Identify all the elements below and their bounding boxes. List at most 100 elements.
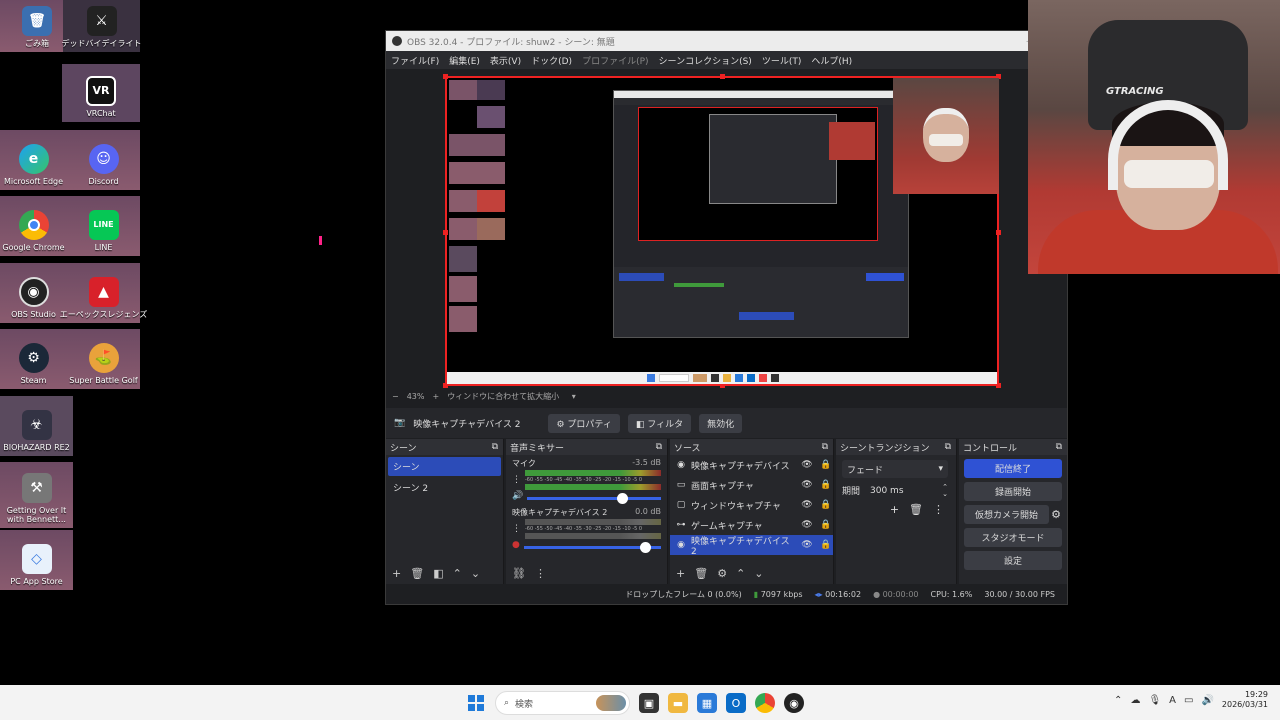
dock-menu-icon[interactable]: ⧉: [656, 442, 662, 452]
preview-canvas[interactable]: [443, 74, 1001, 388]
network-icon[interactable]: ▭: [1184, 695, 1193, 706]
link-icon[interactable]: ⛓: [512, 567, 526, 580]
kebab-menu-icon[interactable]: ⋮: [512, 475, 521, 485]
menu-profile[interactable]: プロファイル(P): [582, 54, 648, 67]
start-icon[interactable]: [466, 693, 486, 713]
chevron-down-icon[interactable]: ⌄: [754, 567, 763, 580]
desktop-icon-discord[interactable]: ☺ Discord: [67, 130, 140, 190]
speaker-icon[interactable]: 🔊: [512, 491, 523, 501]
clock[interactable]: 19:29 2026/03/31: [1222, 690, 1268, 711]
source-item[interactable]: ◉ 映像キャプチャデバイス 2 👁 🔒: [670, 535, 833, 557]
desktop-icon-chrome[interactable]: Google Chrome: [0, 196, 67, 256]
trash-icon[interactable]: 🗑: [909, 503, 923, 516]
lock-icon[interactable]: 🔒: [819, 500, 833, 510]
menu-file[interactable]: ファイル(F): [391, 54, 439, 67]
properties-button[interactable]: ⚙ プロパティ: [548, 413, 620, 433]
scene-item[interactable]: シーン 2: [388, 478, 501, 497]
source-item[interactable]: ▢ ウィンドウキャプチャ 👁 🔒: [670, 495, 833, 515]
file-explorer-icon[interactable]: ▬: [668, 693, 688, 713]
eye-icon[interactable]: 👁: [800, 500, 814, 510]
kebab-menu-icon[interactable]: ⋮: [933, 503, 944, 516]
cloud-icon[interactable]: ☁: [1130, 695, 1140, 706]
slider-knob[interactable]: [639, 542, 651, 553]
obs-icon[interactable]: ◉: [784, 693, 804, 713]
desktop-icon-apex[interactable]: ▲ エーペックスレジェンズ: [60, 263, 147, 323]
source-name: 映像キャプチャデバイス: [691, 461, 790, 472]
kebab-menu-icon[interactable]: ⋮: [512, 524, 521, 534]
stop-streaming-button[interactable]: 配信終了: [964, 459, 1062, 478]
eye-icon[interactable]: 👁: [800, 480, 814, 490]
source-item[interactable]: ◉ 映像キャプチャデバイス 👁 🔒: [670, 455, 833, 475]
duration-input[interactable]: 300 ms: [870, 486, 932, 496]
lock-icon[interactable]: 🔒: [819, 520, 833, 530]
studio-mode-button[interactable]: スタジオモード: [964, 528, 1062, 547]
chrome-icon[interactable]: [755, 693, 775, 713]
chevron-down-icon[interactable]: ⌄: [471, 567, 480, 580]
zoom-in-button[interactable]: +: [432, 392, 439, 401]
desktop-icon-dead-by-daylight[interactable]: ⚔ デッドバイデイライト: [62, 0, 142, 52]
chevron-up-icon[interactable]: ⌃: [453, 567, 462, 580]
lock-icon[interactable]: 🔒: [819, 460, 833, 470]
controls-header: コントロール ⧉: [959, 439, 1067, 455]
eye-icon[interactable]: 👁: [800, 460, 814, 470]
eye-icon[interactable]: 👁: [800, 520, 814, 530]
transition-select[interactable]: フェード ▾: [842, 460, 948, 478]
desktop-icon-edge[interactable]: e Microsoft Edge: [0, 130, 67, 190]
source-item[interactable]: ▭ 画面キャプチャ 👁 🔒: [670, 475, 833, 495]
dock-menu-icon[interactable]: ⧉: [945, 442, 951, 452]
desktop-icon-line[interactable]: LINE LINE: [67, 196, 140, 256]
menu-edit[interactable]: 編集(E): [449, 54, 480, 67]
desktop-icon-steam[interactable]: ⚙ Steam: [0, 329, 67, 389]
deactivate-button[interactable]: 無効化: [699, 413, 743, 433]
lock-icon[interactable]: 🔒: [819, 540, 833, 550]
volume-slider[interactable]: [527, 493, 661, 504]
dock-menu-icon[interactable]: ⧉: [1056, 442, 1062, 452]
desktop-icon-vrchat[interactable]: VR VRChat: [62, 64, 140, 122]
muted-speaker-icon[interactable]: ●: [512, 540, 520, 550]
ime-icon[interactable]: A: [1169, 695, 1176, 706]
resize-handle[interactable]: [996, 230, 1001, 235]
menu-tools[interactable]: ツール(T): [762, 54, 802, 67]
zoom-out-button[interactable]: −: [392, 392, 399, 401]
menu-scene-collection[interactable]: シーンコレクション(S): [659, 54, 752, 67]
desktop-icon-biohazard[interactable]: ☣ BIOHAZARD RE2: [0, 396, 73, 456]
add-icon[interactable]: +: [676, 567, 685, 580]
source-item[interactable]: ⊶ ゲームキャプチャ 👁 🔒: [670, 515, 833, 535]
menu-view[interactable]: 表示(V): [490, 54, 521, 67]
trash-icon[interactable]: 🗑: [694, 567, 708, 580]
kebab-menu-icon[interactable]: ⋮: [535, 567, 546, 580]
settings-button[interactable]: 設定: [964, 551, 1062, 570]
gear-icon[interactable]: ⚙: [1051, 508, 1061, 521]
add-icon[interactable]: +: [392, 567, 401, 580]
chevron-up-icon[interactable]: ⌃: [1114, 695, 1122, 706]
microphone-icon[interactable]: 🎙: [1148, 695, 1161, 706]
task-view-icon[interactable]: ▣: [639, 693, 659, 713]
desktop-icon-obs[interactable]: ◉ OBS Studio: [0, 263, 67, 323]
menu-help[interactable]: ヘルプ(H): [811, 54, 852, 67]
resize-handle[interactable]: [720, 74, 725, 79]
chevron-up-icon[interactable]: ⌃: [736, 567, 745, 580]
store-icon[interactable]: ▦: [697, 693, 717, 713]
volume-slider[interactable]: [523, 542, 661, 553]
trash-icon[interactable]: 🗑: [410, 567, 424, 580]
add-icon[interactable]: +: [890, 503, 899, 516]
gear-icon[interactable]: ⚙: [717, 567, 727, 580]
outlook-icon[interactable]: O: [726, 693, 746, 713]
start-recording-button[interactable]: 録画開始: [964, 482, 1062, 501]
desktop-icon-super-battle-golf[interactable]: ⛳ Super Battle Golf: [67, 329, 140, 389]
filter-icon[interactable]: ◧: [433, 567, 443, 580]
filters-button[interactable]: ◧ フィルタ: [627, 413, 692, 433]
dock-menu-icon[interactable]: ⧉: [492, 442, 498, 452]
desktop-icon-pc-app-store[interactable]: ◇ PC App Store: [0, 530, 73, 590]
spinner-icon[interactable]: ⌃ ⌄: [942, 484, 948, 497]
lock-icon[interactable]: 🔒: [819, 480, 833, 490]
start-virtual-camera-button[interactable]: 仮想カメラ開始: [964, 505, 1050, 524]
eye-icon[interactable]: 👁: [800, 540, 814, 550]
desktop-icon-getting-over-it[interactable]: ⚒ Getting Over It with Bennett...: [0, 462, 73, 528]
scene-item[interactable]: シーン: [388, 457, 501, 476]
volume-icon[interactable]: 🔊: [1201, 695, 1213, 706]
dock-menu-icon[interactable]: ⧉: [822, 442, 828, 452]
zoom-fit-select[interactable]: ウィンドウに合わせて拡大縮小 ▾: [447, 391, 576, 402]
menu-docks[interactable]: ドック(D): [531, 54, 572, 67]
taskbar-search[interactable]: ⌕ 検索: [495, 691, 630, 715]
